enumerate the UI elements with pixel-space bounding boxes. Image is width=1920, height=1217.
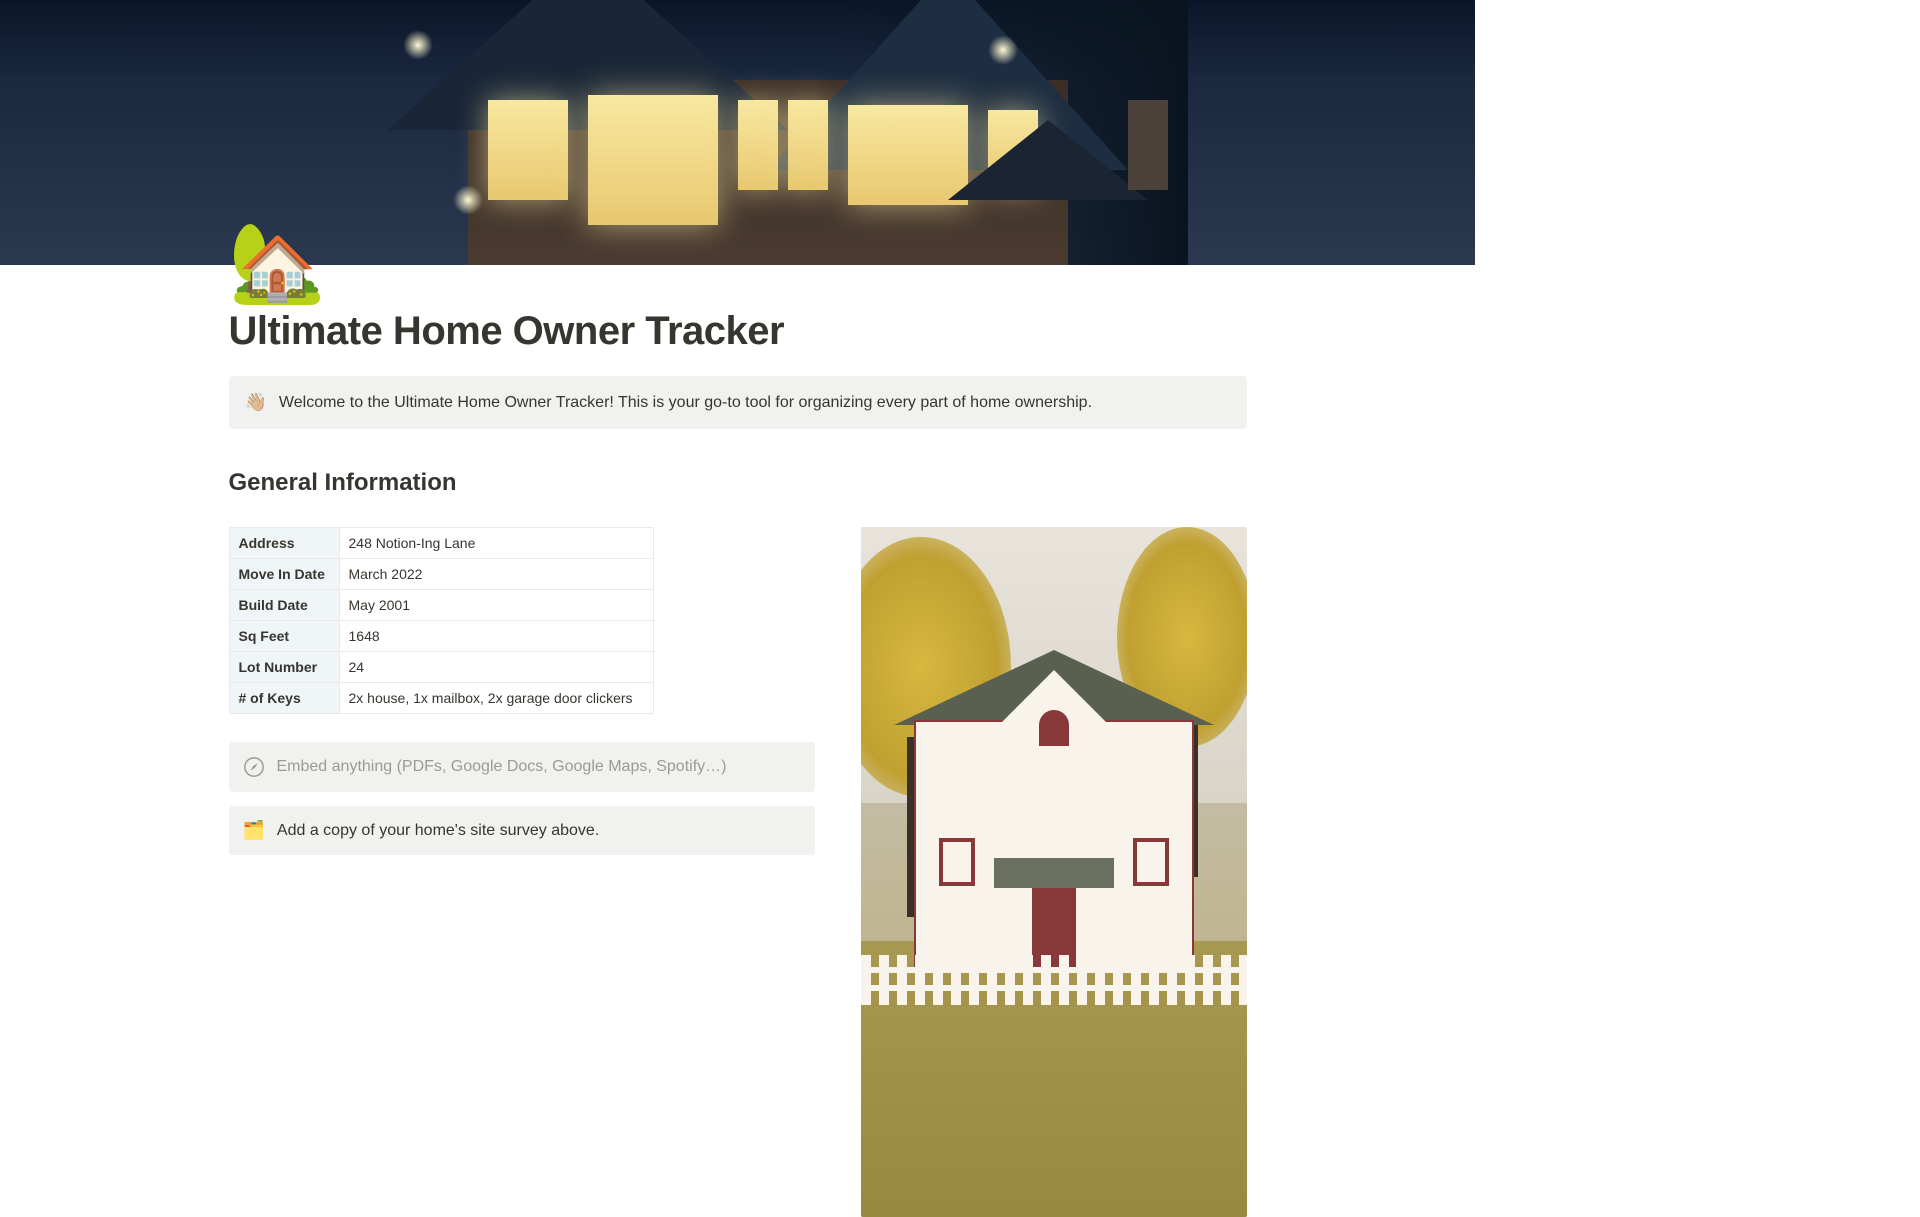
table-row[interactable]: # of Keys 2x house, 1x mailbox, 2x garag…: [230, 683, 653, 713]
table-row[interactable]: Move In Date March 2022: [230, 559, 653, 590]
info-label: Move In Date: [230, 559, 340, 589]
info-value: 248 Notion-Ing Lane: [340, 528, 653, 558]
wave-icon: 👋🏼: [245, 392, 267, 413]
embed-placeholder[interactable]: Embed anything (PDFs, Google Docs, Googl…: [229, 742, 815, 792]
info-value: 2x house, 1x mailbox, 2x garage door cli…: [340, 683, 653, 713]
page-title[interactable]: Ultimate Home Owner Tracker: [229, 309, 1247, 354]
info-label: Lot Number: [230, 652, 340, 682]
embed-text: Embed anything (PDFs, Google Docs, Googl…: [277, 758, 727, 776]
info-label: Sq Feet: [230, 621, 340, 651]
info-label: Build Date: [230, 590, 340, 620]
section-heading-general[interactable]: General Information: [229, 469, 1247, 497]
page-icon[interactable]: 🏡: [229, 223, 1247, 301]
info-label: Address: [230, 528, 340, 558]
table-row[interactable]: Build Date May 2001: [230, 590, 653, 621]
table-row[interactable]: Address 248 Notion-Ing Lane: [230, 528, 653, 559]
note-text: Add a copy of your home's site survey ab…: [277, 822, 599, 840]
welcome-text: Welcome to the Ultimate Home Owner Track…: [279, 394, 1092, 412]
table-row[interactable]: Sq Feet 1648: [230, 621, 653, 652]
compass-icon: [243, 756, 265, 778]
info-value: 24: [340, 652, 653, 682]
home-photo[interactable]: [861, 527, 1247, 1217]
info-label: # of Keys: [230, 683, 340, 713]
info-value: May 2001: [340, 590, 653, 620]
table-row[interactable]: Lot Number 24: [230, 652, 653, 683]
info-value: 1648: [340, 621, 653, 651]
folder-icon: 🗂️: [243, 820, 265, 841]
page-content: 🏡 Ultimate Home Owner Tracker 👋🏼 Welcome…: [133, 223, 1343, 1217]
welcome-callout[interactable]: 👋🏼 Welcome to the Ultimate Home Owner Tr…: [229, 376, 1247, 429]
general-info-table[interactable]: Address 248 Notion-Ing Lane Move In Date…: [229, 527, 654, 714]
info-value: March 2022: [340, 559, 653, 589]
site-survey-note[interactable]: 🗂️ Add a copy of your home's site survey…: [229, 806, 815, 855]
